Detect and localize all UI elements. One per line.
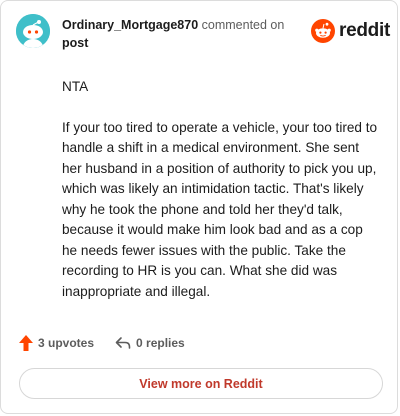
upvotes-count: 3 upvotes bbox=[38, 336, 95, 350]
comment-header: Ordinary_Mortgage870 commented on post bbox=[62, 16, 302, 52]
comment-body: NTA If your too tired to operate a vehic… bbox=[62, 77, 380, 322]
comment-footer: 3 upvotes 0 replies bbox=[18, 334, 185, 352]
comment-paragraph: If your too tired to operate a vehicle, … bbox=[62, 119, 378, 299]
upvote-arrow-icon bbox=[19, 335, 33, 351]
reply-arrow-icon bbox=[115, 337, 131, 349]
replies-button[interactable]: 0 replies bbox=[114, 335, 185, 351]
reddit-wordmark: reddit bbox=[339, 20, 390, 41]
upvotes-button[interactable]: 3 upvotes bbox=[18, 334, 94, 352]
comment-paragraph: NTA bbox=[62, 79, 89, 94]
replies-count: 0 replies bbox=[136, 336, 185, 350]
reddit-logo[interactable]: reddit bbox=[311, 19, 390, 43]
username-link[interactable]: Ordinary_Mortgage870 bbox=[62, 18, 198, 32]
post-link[interactable]: post bbox=[62, 36, 88, 50]
embedded-comment-card: Ordinary_Mortgage870 commented on post r… bbox=[0, 0, 398, 414]
snoo-avatar-icon[interactable] bbox=[16, 14, 50, 48]
action-text: commented on bbox=[201, 18, 285, 32]
reddit-logo-icon bbox=[311, 19, 335, 43]
view-more-button[interactable]: View more on Reddit bbox=[19, 368, 383, 399]
